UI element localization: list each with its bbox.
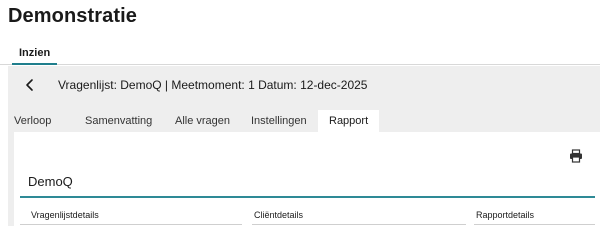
column-divider xyxy=(252,224,466,225)
questionnaire-panel: Vragenlijst: DemoQ | Meetmoment: 1 Datum… xyxy=(8,66,600,226)
title-divider xyxy=(20,196,595,198)
print-button[interactable] xyxy=(569,149,583,163)
tab-rapport[interactable]: Rapport xyxy=(318,110,380,132)
tab-alle-vragen[interactable]: Alle vragen xyxy=(175,110,230,132)
column-divider xyxy=(20,224,242,225)
back-button[interactable] xyxy=(22,77,38,93)
column-divider xyxy=(474,224,595,225)
tab-inzien[interactable]: Inzien xyxy=(12,45,58,65)
printer-icon xyxy=(570,149,582,163)
column-report-details: Rapportdetails xyxy=(476,210,535,220)
report-content: DemoQ Vragenlijstdetails Cliëntdetails R… xyxy=(14,132,600,226)
tab-instellingen[interactable]: Instellingen xyxy=(251,110,307,132)
column-questionnaire-details: Vragenlijstdetails xyxy=(31,210,99,220)
report-tab-bar: Verloop Samenvatting Alle vragen Instell… xyxy=(8,110,600,132)
chevron-left-icon xyxy=(26,79,33,91)
page-title: Demonstratie xyxy=(8,5,138,27)
column-client-details: Cliëntdetails xyxy=(254,210,304,220)
tab-verloop[interactable]: Verloop xyxy=(14,110,51,132)
questionnaire-info: Vragenlijst: DemoQ | Meetmoment: 1 Datum… xyxy=(58,78,368,92)
report-title: DemoQ xyxy=(28,174,73,189)
questionnaire-header: Vragenlijst: DemoQ | Meetmoment: 1 Datum… xyxy=(8,66,600,104)
top-tab-bar: Inzien xyxy=(0,45,600,65)
tab-samenvatting[interactable]: Samenvatting xyxy=(85,110,152,132)
